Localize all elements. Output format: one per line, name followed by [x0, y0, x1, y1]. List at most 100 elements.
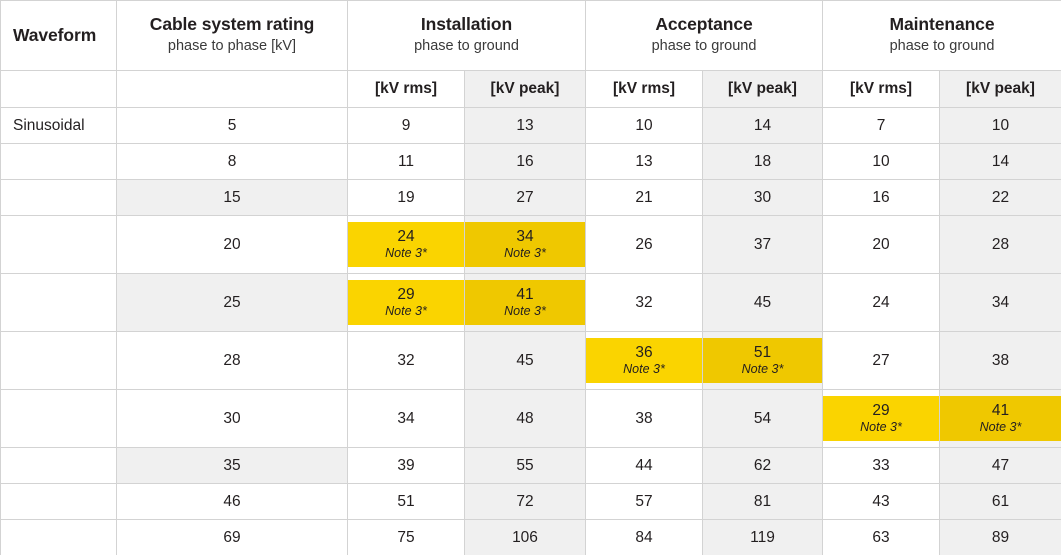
cell-acceptance-rms: 21: [585, 179, 703, 216]
cell-note-reference: Note 3*: [385, 303, 427, 318]
cell-installation-rms: 19: [347, 179, 465, 216]
cell-installation-peak: 13: [464, 107, 586, 144]
cell-acceptance-peak: 51 Note 3*: [702, 331, 823, 390]
cell-installation-peak: 16: [464, 143, 586, 180]
header-group-row: Waveform Cable system rating phase to ph…: [0, 0, 1061, 71]
header-unit-row: [kV rms] [kV peak] [kV rms] [kV peak] [k…: [0, 70, 1061, 108]
cell-installation-rms: 51: [347, 483, 465, 520]
cell-maintenance-rms: 33: [822, 447, 940, 484]
cell-acceptance-peak: 62: [702, 447, 823, 484]
cell-maintenance-peak: 47: [939, 447, 1061, 484]
cell-installation-peak: 27: [464, 179, 586, 216]
cell-installation-rms: 32: [347, 331, 465, 390]
cell-waveform: [0, 331, 117, 390]
cell-acceptance-rms: 38: [585, 389, 703, 448]
cell-acceptance-peak: 81: [702, 483, 823, 520]
cell-waveform: [0, 143, 117, 180]
cell-installation-rms: 24 Note 3*: [347, 215, 465, 274]
cell-acceptance-rms: 44: [585, 447, 703, 484]
cell-maintenance-peak: 28: [939, 215, 1061, 274]
cell-acceptance-rms: 26: [585, 215, 703, 274]
header-group-installation: Installation phase to ground: [347, 0, 586, 71]
cell-installation-rms: 75: [347, 519, 465, 555]
cell-installation-peak: 34 Note 3*: [464, 215, 586, 274]
cell-maintenance-rms: 63: [822, 519, 940, 555]
highlighted-value-block: 41 Note 3*: [465, 280, 585, 325]
cell-maintenance-rms: 7: [822, 107, 940, 144]
header-unit-acceptance-peak: [kV peak]: [702, 70, 823, 108]
cell-acceptance-rms: 32: [585, 273, 703, 332]
cell-waveform: [0, 447, 117, 484]
header-group-cable-system-rating: Cable system rating phase to phase [kV]: [116, 0, 348, 71]
cell-acceptance-rms: 84: [585, 519, 703, 555]
table-row: 35 39 55 44 62 33 47: [0, 447, 1061, 484]
cell-maintenance-rms: 43: [822, 483, 940, 520]
cell-note-reference: Note 3*: [504, 245, 546, 260]
cell-installation-peak: 41 Note 3*: [464, 273, 586, 332]
cell-note-reference: Note 3*: [860, 419, 902, 434]
cell-waveform: [0, 519, 117, 555]
header-group-rating-subtitle: phase to phase [kV]: [167, 38, 297, 55]
cell-note-reference: Note 3*: [385, 245, 427, 260]
cell-waveform: Sinusoidal: [0, 107, 117, 144]
header-unit-installation-peak: [kV peak]: [464, 70, 586, 108]
cell-maintenance-rms: 24: [822, 273, 940, 332]
table-row: 15 19 27 21 30 16 22: [0, 179, 1061, 216]
cell-acceptance-peak: 14: [702, 107, 823, 144]
cell-cable-system-rating: 46: [116, 483, 348, 520]
cell-cable-system-rating: 5: [116, 107, 348, 144]
header-unit-maintenance-rms: [kV rms]: [822, 70, 940, 108]
cell-installation-peak: 48: [464, 389, 586, 448]
table-row: 46 51 72 57 81 43 61: [0, 483, 1061, 520]
highlighted-value-block: 41 Note 3*: [940, 396, 1061, 441]
cell-maintenance-peak: 61: [939, 483, 1061, 520]
cell-value: 51: [753, 343, 772, 361]
cell-value: 29: [872, 401, 890, 419]
table-header: Waveform Cable system rating phase to ph…: [0, 0, 1061, 108]
cell-acceptance-peak: 119: [702, 519, 823, 555]
highlighted-value-block: 51 Note 3*: [703, 338, 822, 383]
cell-acceptance-rms: 57: [585, 483, 703, 520]
cell-value: 36: [635, 343, 653, 361]
header-group-rating-title: Cable system rating: [149, 14, 315, 35]
header-unit-blank-waveform: [0, 70, 117, 108]
cell-maintenance-rms: 20: [822, 215, 940, 274]
cell-maintenance-rms: 10: [822, 143, 940, 180]
cell-cable-system-rating: 30: [116, 389, 348, 448]
header-group-acceptance-subtitle: phase to ground: [651, 38, 757, 55]
cell-installation-peak: 72: [464, 483, 586, 520]
cell-acceptance-peak: 30: [702, 179, 823, 216]
cell-waveform: [0, 215, 117, 274]
cell-installation-rms: 9: [347, 107, 465, 144]
cell-note-reference: Note 3*: [979, 419, 1022, 434]
highlighted-value-block: 34 Note 3*: [465, 222, 585, 267]
table-row: 69 75 106 84 119 63 89: [0, 519, 1061, 555]
cell-note-reference: Note 3*: [504, 303, 546, 318]
cell-maintenance-rms: 27: [822, 331, 940, 390]
cell-installation-rms: 39: [347, 447, 465, 484]
cell-note-reference: Note 3*: [623, 361, 665, 376]
header-group-maintenance-subtitle: phase to ground: [889, 38, 995, 55]
cell-acceptance-peak: 45: [702, 273, 823, 332]
cell-acceptance-rms: 13: [585, 143, 703, 180]
cell-value: 41: [516, 285, 534, 303]
cell-cable-system-rating: 35: [116, 447, 348, 484]
cell-acceptance-rms: 10: [585, 107, 703, 144]
header-unit-maintenance-peak: [kV peak]: [939, 70, 1061, 108]
cell-maintenance-rms: 16: [822, 179, 940, 216]
table-row: 30 34 48 38 54 29 Note 3* 41 Note 3*: [0, 389, 1061, 448]
table-row: 20 24 Note 3* 34 Note 3* 26 37 20 28: [0, 215, 1061, 274]
cell-cable-system-rating: 8: [116, 143, 348, 180]
cell-value: 34: [516, 227, 534, 245]
cell-maintenance-rms: 29 Note 3*: [822, 389, 940, 448]
cell-value: 29: [397, 285, 415, 303]
highlighted-value-block: 29 Note 3*: [348, 280, 464, 325]
highlighted-value-block: 24 Note 3*: [348, 222, 464, 267]
cell-maintenance-peak: 22: [939, 179, 1061, 216]
cell-acceptance-peak: 54: [702, 389, 823, 448]
cell-maintenance-peak: 41 Note 3*: [939, 389, 1061, 448]
header-group-installation-subtitle: phase to ground: [414, 38, 519, 55]
table-row: 28 32 45 36 Note 3* 51 Note 3* 27 38: [0, 331, 1061, 390]
cell-acceptance-peak: 37: [702, 215, 823, 274]
cell-value: 41: [991, 401, 1010, 419]
